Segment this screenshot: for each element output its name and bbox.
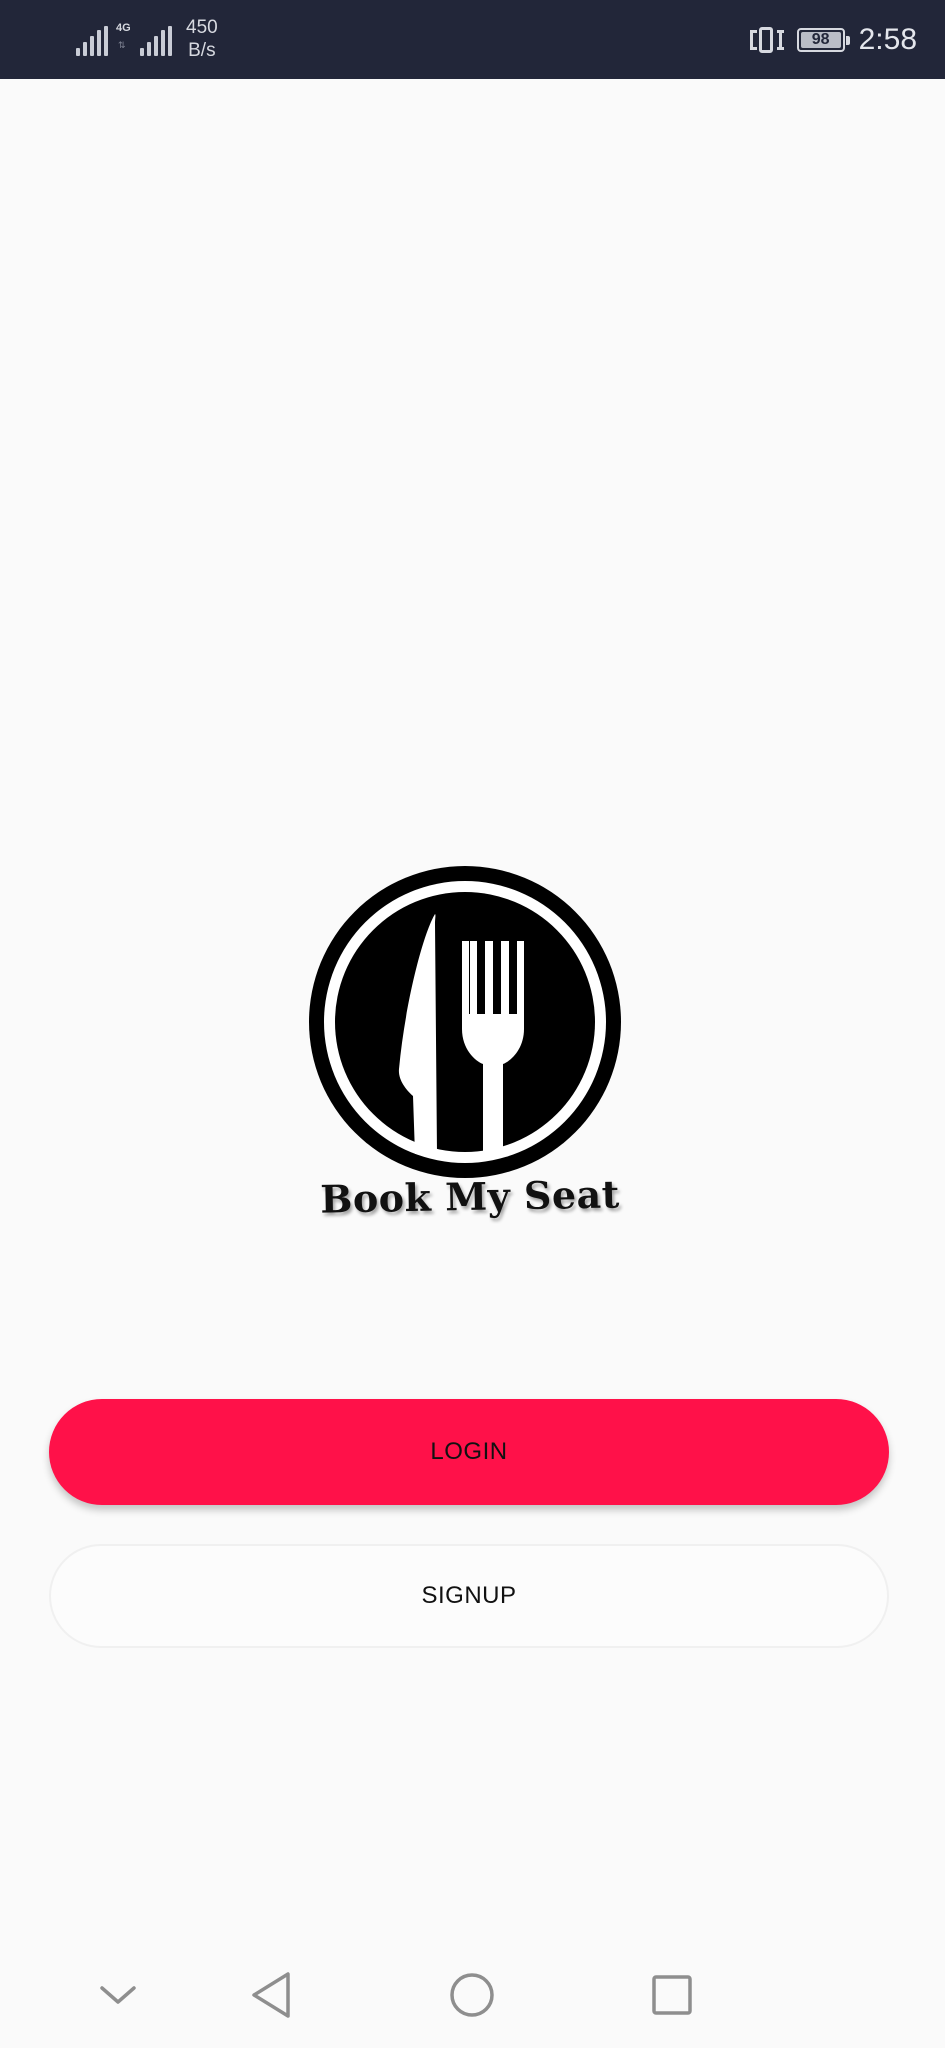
status-time: 2:58	[858, 23, 917, 56]
status-right: 98 2:58	[749, 20, 917, 60]
login-button[interactable]: LOGIN	[49, 1399, 889, 1505]
status-bar: 4G ⇅ 450 B/s 98 2:58	[0, 0, 945, 79]
network-type-label: 4G	[116, 22, 131, 34]
navigation-bar	[0, 1942, 945, 2048]
signal-icon	[140, 26, 172, 56]
network-speed-value: 450	[186, 17, 218, 38]
signup-button[interactable]: SIGNUP	[49, 1544, 889, 1648]
battery-icon: 98	[796, 28, 850, 52]
network-speed: 450 B/s	[186, 16, 218, 62]
status-left: 4G ⇅ 450 B/s	[76, 16, 218, 62]
knife-fork-icon	[309, 866, 621, 1178]
battery-level: 98	[811, 31, 830, 48]
data-arrows-icon: ⇅	[118, 40, 126, 50]
home-icon[interactable]	[437, 1962, 507, 2028]
network-type: 4G ⇅	[116, 16, 136, 56]
brand-name: Book My Seat	[319, 1171, 621, 1222]
recents-icon[interactable]	[637, 1962, 707, 2028]
app-logo: Book My Seat	[305, 864, 635, 1234]
signal-icon	[76, 26, 108, 56]
vibrate-icon	[749, 25, 783, 55]
network-speed-unit: B/s	[188, 40, 216, 61]
app-screen: 4G ⇅ 450 B/s 98 2:58 Book My Seat LOGIN …	[0, 0, 945, 2048]
chevron-down-icon[interactable]	[83, 1962, 153, 2028]
back-icon[interactable]	[236, 1962, 306, 2028]
